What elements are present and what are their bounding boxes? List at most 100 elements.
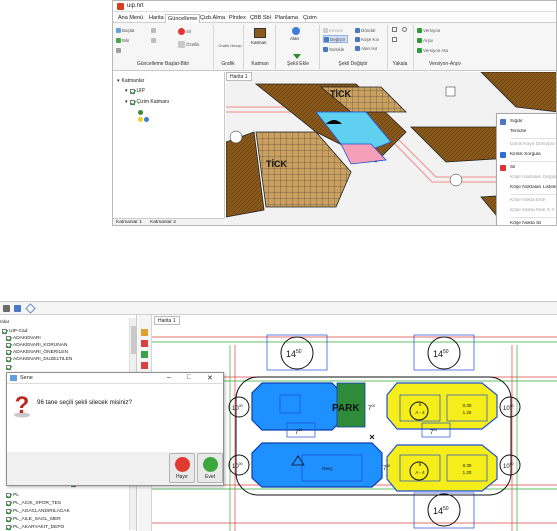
minimize-button[interactable]: – [167,374,171,381]
version-button[interactable]: Versiyon [417,26,440,34]
tool-icon[interactable] [141,329,148,336]
tab-planlama[interactable]: Planlama [273,14,300,23]
change-button[interactable]: Değiştir [323,35,349,43]
tab-plndex[interactable]: Plndex [227,14,248,23]
area-icon[interactable] [292,27,300,35]
parcel-blue[interactable] [251,442,383,488]
tool-icon[interactable] [141,340,148,347]
archive-button[interactable]: Arşiv [417,36,433,44]
layer-checkbox[interactable] [129,88,135,94]
stop-button[interactable]: Bitir [116,36,130,44]
context-menu-item[interactable]: Sığdır [497,117,556,126]
yes-button[interactable]: Evet [197,453,223,483]
delete-icon [178,27,185,35]
parcel-yellow[interactable] [386,382,498,430]
start-button[interactable]: Başlat [116,26,135,34]
properties-button[interactable]: Özellik [178,40,200,48]
tab-ana-menu[interactable]: Ana Menü [116,14,145,23]
dropdown-arrow-icon[interactable] [293,54,301,59]
layer-item[interactable]: PL_ACIK_SPOR_TES [6,501,61,506]
context-menu-item[interactable]: Köşe Nokta Ekle X,Y [497,206,556,215]
layer-item[interactable]: ADAKENARI_KORUNAN [6,343,67,348]
dialog-message: 96 tane seçili şekli silecek misiniz? [37,399,132,406]
close-button[interactable]: ✕ [207,374,213,382]
window-icon [10,375,17,381]
tab-harita[interactable]: Harita [147,14,166,23]
tool-icon[interactable] [3,305,10,312]
tool-icon[interactable] [14,305,21,312]
area-split-icon [355,45,360,51]
menu-item-icon [500,197,506,204]
corner-button[interactable]: Köşe Kıv [355,35,379,43]
context-menu-item[interactable]: Dahili Kayıt Dönüştür [497,140,556,149]
version-assign-button[interactable]: Versiyon Ata [417,46,448,54]
collapse-icon: ▾ [117,78,120,84]
layer-checkbox[interactable] [6,509,11,514]
layer-item-uip[interactable]: ▾ UIP [125,88,145,94]
layer-checkbox[interactable] [129,99,135,105]
maximize-button[interactable]: □ [187,374,191,381]
layer-checkbox[interactable] [6,365,11,370]
map-tab-2[interactable]: Harita 1 [154,316,180,325]
delete-button[interactable]: Sil [178,27,191,35]
group-label-yakala: Yakala [392,61,408,67]
rotate-button[interactable]: Döndür [355,26,376,34]
context-menu-item[interactable]: Köşe Nokta Sil [497,219,556,225]
layer-checkbox[interactable] [6,350,11,355]
context-menu-item[interactable]: Temizle [497,127,556,136]
layer-item-cizim[interactable]: ▾ Çizim Katmanı [125,99,169,105]
parcel-yellow[interactable] [386,444,498,492]
tab-cizb-alma[interactable]: Çizb.Alma [198,14,227,23]
context-menu-item[interactable]: Kimlik Sorgula [497,150,556,159]
map-tab[interactable]: Harita 1 [226,72,252,81]
layer-item[interactable]: ADAKENARI_DUZELTILEN [6,357,72,362]
snap-checkbox[interactable] [392,27,397,32]
tab-katmanlar-1[interactable]: Katmanlar 1 [116,220,142,225]
context-menu-item[interactable]: Köşe Nokta Ekle [497,196,556,205]
snap-radio[interactable] [402,27,407,32]
layer-checkbox[interactable] [6,517,11,522]
context-menu-item[interactable]: Köşe Noktaları Listele [497,183,556,192]
graphic-calc-button[interactable]: Grafik Hesap [218,43,241,57]
layer-checkbox[interactable] [6,357,11,362]
layer-item[interactable]: PL_AKARYAKIT_DEPO [6,525,64,530]
drag-button[interactable]: Sürükle [323,45,344,53]
layer-checkbox[interactable] [6,336,11,341]
undo-button[interactable] [151,26,156,34]
layer-item[interactable]: UIP-Cad [2,329,27,334]
tab-guncelleme[interactable]: Güncelleme [165,14,201,23]
layer-icon[interactable] [254,28,266,38]
symbol-point-icon [138,117,143,122]
tool-icon[interactable] [141,351,148,358]
no-button[interactable]: Hayır [169,453,195,483]
svg-text:?: ? [15,392,30,418]
hexagon-icon[interactable] [25,303,36,314]
redo-button[interactable] [151,36,156,44]
layer-checkbox[interactable] [6,343,11,348]
layer-item[interactable]: PL_AILE_SAGL_MER [6,517,61,522]
scroll-thumb[interactable] [131,326,136,354]
layer-item[interactable]: PL_AGACLANDIRILACAK [6,509,70,514]
layer-item[interactable]: PL [6,493,19,498]
layer-checkbox[interactable] [2,329,7,334]
tab-katmanlar-2[interactable]: Katmanlar 2 [150,220,176,225]
menu-item-icon [500,164,506,171]
layer-item[interactable]: ADAKENARI [6,336,41,341]
context-menu-item[interactable]: Sil [497,163,556,172]
context-menu-item[interactable]: Köşe Noktaları Değiştir [497,173,556,182]
snap-checkbox[interactable] [392,37,397,42]
save-button[interactable] [116,46,121,54]
edit-disabled-button[interactable]: Kesme [323,26,343,34]
layer-item[interactable]: ADAKENARI_ÖNERİLEN [6,350,68,355]
tool-icon[interactable] [141,362,148,369]
ribbon-separator [319,25,320,69]
layers-root[interactable]: ▾ Katmanlar [117,78,144,84]
tab-cizim[interactable]: Çizim [301,14,319,23]
layer-checkbox[interactable] [6,525,11,530]
menu-item-icon [500,128,506,135]
area-split-button[interactable]: Alan Isıt [355,44,377,52]
tab-cbb-sbl[interactable]: ÇBB Sbl [248,14,273,23]
layer-checkbox[interactable] [6,501,11,506]
layer-checkbox[interactable] [6,493,11,498]
parcel-label: Genç [322,466,334,471]
